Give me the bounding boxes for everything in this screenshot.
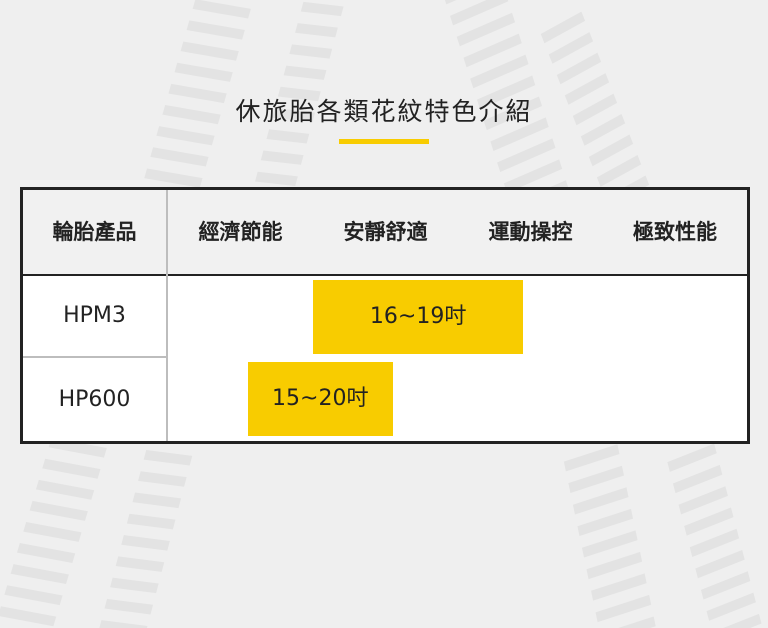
col-header-comfort: 安靜舒適 xyxy=(343,220,428,244)
tire-track xyxy=(0,437,107,627)
range-bar-hpm3: 16~19吋 xyxy=(313,280,524,354)
row-label-hpm3: HPM3 xyxy=(63,303,126,328)
row-label-hp600: HP600 xyxy=(58,387,131,412)
corner-header: 輪胎產品 xyxy=(52,220,137,244)
col-header-performance: 極致性能 xyxy=(633,220,717,244)
title-underline xyxy=(339,139,429,144)
label-column-divider xyxy=(166,190,168,441)
page-title: 休旅胎各類花紋特色介紹 xyxy=(235,97,533,126)
tire-track xyxy=(667,443,762,628)
pattern-comparison-table: 輪胎產品 經濟節能 安靜舒適 運動操控 極致性能 HPM3 HP600 16~1… xyxy=(20,187,750,444)
table-header-row: 輪胎產品 經濟節能 安靜舒適 運動操控 極致性能 xyxy=(23,190,747,276)
tire-track xyxy=(563,444,656,628)
col-header-economy: 經濟節能 xyxy=(198,220,283,244)
tire-track xyxy=(99,449,193,628)
col-header-handling: 運動操控 xyxy=(488,220,573,244)
range-bar-hp600: 15~20吋 xyxy=(247,362,393,436)
